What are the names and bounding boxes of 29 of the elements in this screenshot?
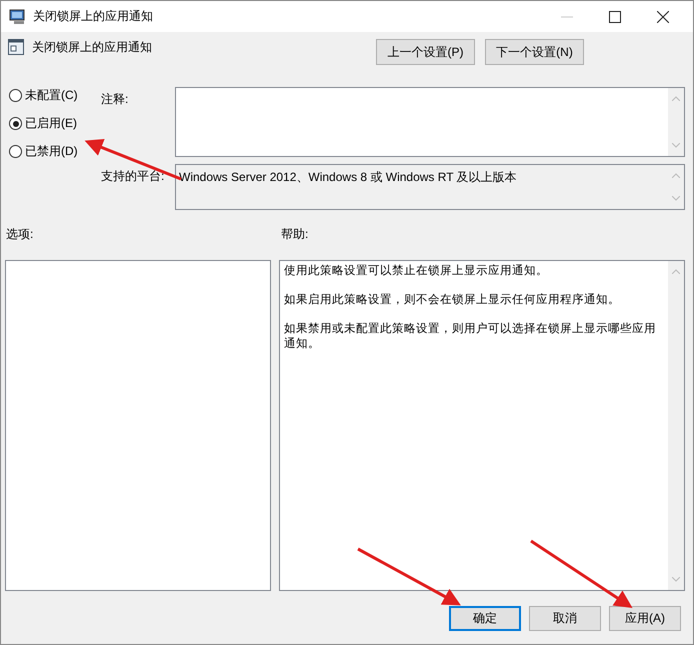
scroll-down-icon[interactable] — [672, 577, 680, 582]
help-paragraph: 如果禁用或未配置此策略设置，则用户可以选择在锁屏上显示哪些应用通知。 — [284, 321, 657, 351]
platform-text: Windows Server 2012、Windows 8 或 Windows RT 及以上版本 — [178, 169, 518, 186]
navigation-button[interactable]: 上一个设置(P) — [376, 39, 475, 65]
close-icon[interactable] — [657, 10, 669, 22]
radio-option[interactable]: 未配置(C) — [9, 87, 101, 104]
help-paragraph: 如果启用此策略设置，则不会在锁屏上显示任何应用程序通知。 — [284, 292, 621, 307]
field-label: 支持的平台: — [101, 168, 166, 185]
comment-field[interactable] — [175, 87, 685, 157]
radio-option[interactable]: 已启用(E) — [9, 115, 101, 132]
maximize-icon[interactable] — [609, 10, 621, 22]
dialog-button[interactable]: 取消 — [529, 606, 601, 631]
help-paragraph: 使用此策略设置可以禁止在锁屏上显示应用通知。 — [284, 263, 549, 278]
field-label: 注释: — [101, 91, 130, 108]
dialog-button[interactable]: 应用(A) — [609, 606, 681, 631]
scroll-down-icon[interactable] — [672, 143, 680, 148]
scroll-up-icon[interactable] — [672, 269, 680, 274]
policy-icon — [8, 39, 24, 55]
radio-option[interactable]: 已禁用(D) — [9, 143, 101, 160]
dialog-button[interactable]: 确定 — [449, 606, 521, 631]
section-label: 帮助: — [281, 226, 308, 243]
computer-icon — [9, 8, 27, 24]
scroll-up-icon[interactable] — [672, 173, 680, 178]
policy-title: 关闭锁屏上的应用通知 — [32, 38, 152, 56]
section-label: 选项: — [6, 226, 34, 243]
navigation-button[interactable]: 下一个设置(N) — [485, 39, 584, 65]
scroll-down-icon[interactable] — [672, 196, 680, 201]
scroll-up-icon[interactable] — [672, 96, 680, 101]
window-title: 关闭锁屏上的应用通知 — [33, 8, 153, 25]
